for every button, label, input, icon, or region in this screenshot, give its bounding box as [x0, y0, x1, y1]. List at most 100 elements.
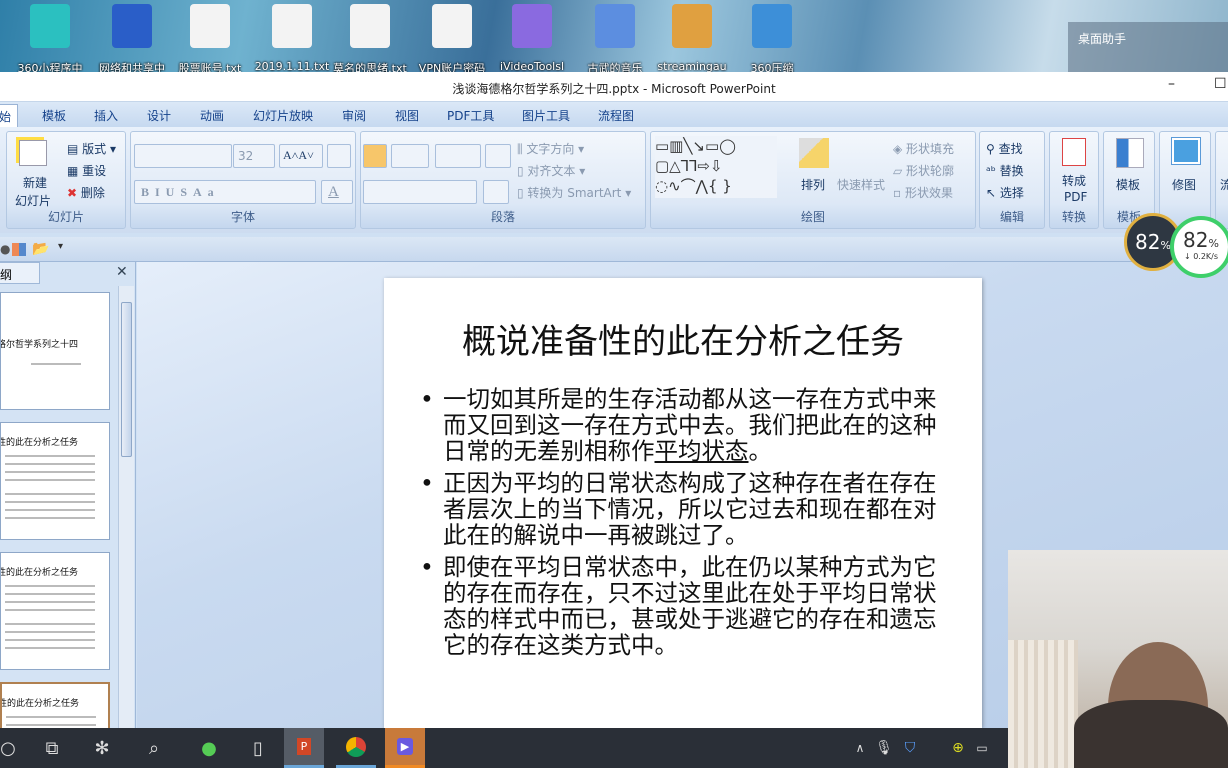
shape-outline-button[interactable]: ▱ 形状轮廓 [893, 162, 954, 179]
shape-effects-button[interactable]: ▫ 形状效果 [893, 184, 953, 201]
group-paragraph: ⫼ 文字方向 ▾ ▯ 对齐文本 ▾ ▯ 转换为 SmartArt ▾ 段落 [360, 131, 646, 229]
desktop-icon[interactable]: VPN账户密码 [412, 4, 492, 72]
tab[interactable]: 插入 [94, 107, 118, 124]
tab[interactable]: 审阅 [342, 107, 366, 124]
bullets-button[interactable] [363, 144, 387, 168]
font-style-buttons[interactable]: BIUSAa [134, 180, 316, 204]
slide-thumbnail[interactable]: 概说准备性的此在分析之任务 [0, 422, 110, 540]
slide-thumbnail[interactable]: 浅谈海德格尔哲学系列之十四 [0, 292, 110, 410]
to-pdf-button[interactable]: 转成 [1062, 172, 1086, 189]
desktop-icon[interactable]: 网络和共享中 [92, 4, 172, 72]
customize-qat-icon[interactable]: ▾ [58, 241, 63, 252]
scrollbar-thumb[interactable] [121, 302, 132, 457]
thumbnail-text-line [5, 471, 95, 473]
retouch-button[interactable]: 修图 [1172, 176, 1196, 193]
find-button[interactable]: ⚲ 查找 [986, 140, 1023, 157]
alignment-buttons[interactable] [363, 180, 477, 204]
curtain [1008, 640, 1078, 768]
desktop-icon[interactable]: 2019.1.11.txt [252, 4, 332, 72]
file-icon[interactable]: ▯ [238, 728, 278, 768]
convert-smartart-button[interactable]: ▯ 转换为 SmartArt ▾ [517, 184, 631, 201]
minimize-button[interactable]: – [1168, 76, 1175, 92]
shield-icon[interactable]: ⛉ [890, 728, 930, 768]
tab[interactable]: 动画 [200, 107, 224, 124]
desktop-icon-label: 网络和共享中 [99, 62, 165, 72]
powerpoint-icon[interactable]: P [284, 728, 324, 768]
tab[interactable]: 模板 [42, 107, 66, 124]
thumbnail-text-line [5, 509, 95, 511]
maximize-button[interactable]: ☐ [1214, 76, 1227, 92]
template-button[interactable]: 模板 [1116, 176, 1140, 193]
arrange-button[interactable]: 排列 [801, 176, 825, 193]
quick-styles-button[interactable]: 快速样式 [837, 176, 885, 193]
new-slide-button-label[interactable]: 幻灯片 [15, 192, 51, 209]
reset-button[interactable]: ▦ 重设 [67, 162, 106, 179]
layout-icon[interactable] [12, 243, 26, 256]
tab[interactable]: 视图 [395, 107, 419, 124]
align-text-button[interactable]: ▯ 对齐文本 ▾ [517, 162, 585, 179]
outline-tab[interactable]: 纲 [0, 262, 40, 284]
fan-icon[interactable]: ✻ [82, 728, 122, 768]
tab[interactable]: 始 [0, 104, 19, 128]
desktop-icon[interactable]: 股票账号.txt [170, 4, 250, 72]
slide-thumbnail[interactable]: 概说准备性的此在分析之任务 [0, 552, 110, 670]
desktop-icon-label: iVideoToolsl [499, 60, 565, 72]
font-color-button[interactable]: A [321, 180, 353, 204]
slide-body[interactable]: 一切如其所是的生存活动都从这一存在方式中来而又回到这一存在方式中去。我们把此在的… [420, 386, 950, 664]
slide-title[interactable]: 概说准备性的此在分析之任务 [384, 314, 982, 363]
numbering-button[interactable] [391, 144, 429, 168]
desktop-icon[interactable]: 古武的音乐 [575, 4, 655, 72]
select-button[interactable]: ↖ 选择 [986, 184, 1024, 201]
network-icon[interactable]: ▭ [962, 728, 1002, 768]
shape-fill-button[interactable]: ◈ 形状填充 [893, 140, 954, 157]
task-view-icon[interactable]: ⧉ [32, 728, 72, 768]
webcam-overlay [1008, 550, 1228, 768]
open-folder-icon[interactable]: 📂 [32, 241, 49, 257]
desktop-icon[interactable]: 360小程序中 [10, 4, 90, 72]
desktop-icon[interactable]: 360压缩 [732, 4, 812, 72]
desktop-icon[interactable]: streamingau [652, 4, 732, 72]
columns-button[interactable] [483, 180, 509, 204]
to-pdf-button-label[interactable]: PDF [1064, 190, 1087, 204]
desktop-icon[interactable]: 莫名的思绪.txt [330, 4, 410, 72]
ribbon: 新建 幻灯片 ▤ 版式 ▾ ▦ 重设 ✖ 删除 幻灯片 32 A˄A˅ BIUS… [0, 127, 1228, 233]
delete-button[interactable]: ✖ 删除 [67, 184, 105, 201]
network-speed-widget[interactable]: 82% ↓ 0.2K/s [1170, 216, 1228, 278]
new-slide-button[interactable]: 新建 [23, 174, 47, 191]
close-panel-icon[interactable]: ✕ [116, 264, 128, 280]
font-size-input[interactable]: 32 [233, 144, 275, 168]
cortana-icon[interactable]: ○ [0, 728, 28, 768]
redo-icon[interactable]: ● [0, 242, 10, 256]
scrollbar[interactable] [118, 286, 134, 728]
tab[interactable]: 幻灯片放映 [253, 107, 313, 124]
grow-shrink-font-buttons[interactable]: A˄A˅ [279, 144, 323, 168]
desktop-helper[interactable]: 桌面助手 [1068, 22, 1228, 72]
slide-thumbnail[interactable]: 概说准备性的此在分析之任务 [0, 682, 110, 728]
search-icon[interactable]: ⌕ [134, 728, 174, 768]
video-app-icon[interactable]: ▶ [385, 728, 425, 768]
tab[interactable]: 设计 [147, 107, 171, 124]
current-slide[interactable]: 概说准备性的此在分析之任务 一切如其所是的生存活动都从这一存在方式中来而又回到这… [384, 278, 982, 728]
tab[interactable]: 图片工具 [522, 107, 570, 124]
browser-360-icon[interactable]: ● [189, 728, 229, 768]
text-direction-button[interactable]: ⫼ 文字方向 ▾ [517, 140, 584, 157]
desktop-icon-label: VPN账户密码 [418, 62, 486, 72]
replace-button[interactable]: ᵃᵇ 替换 [986, 162, 1024, 179]
tab[interactable]: 流程图 [598, 107, 634, 124]
indent-buttons[interactable] [435, 144, 481, 168]
shapes-gallery[interactable]: ▭▥╲↘▭◯ ▢△⅂⅂⇨⇩ ◌∿⌒⋀{ } [655, 136, 777, 198]
clear-format-icon[interactable] [327, 144, 351, 168]
group-label: 转换 [1061, 210, 1086, 224]
layout-button[interactable]: ▤ 版式 ▾ [67, 140, 116, 157]
group-editing: ⚲ 查找 ᵃᵇ 替换 ↖ 选择 编辑 [979, 131, 1045, 229]
text-file-icon [432, 4, 472, 48]
thumbnail-text-line [5, 585, 95, 587]
desktop-icon-label: 古武的音乐 [587, 62, 643, 72]
desktop-icon[interactable]: iVideoToolsl [492, 4, 572, 72]
chrome-icon[interactable] [336, 728, 376, 768]
line-spacing-button[interactable] [485, 144, 511, 168]
font-name-input[interactable] [134, 144, 232, 168]
tab[interactable]: PDF工具 [447, 107, 494, 124]
bullet-item: 正因为平均的日常状态构成了这种存在者在存在者层次上的当下情况，所以它过去和现在都… [420, 470, 950, 548]
flow-button[interactable]: 流 [1220, 176, 1228, 193]
